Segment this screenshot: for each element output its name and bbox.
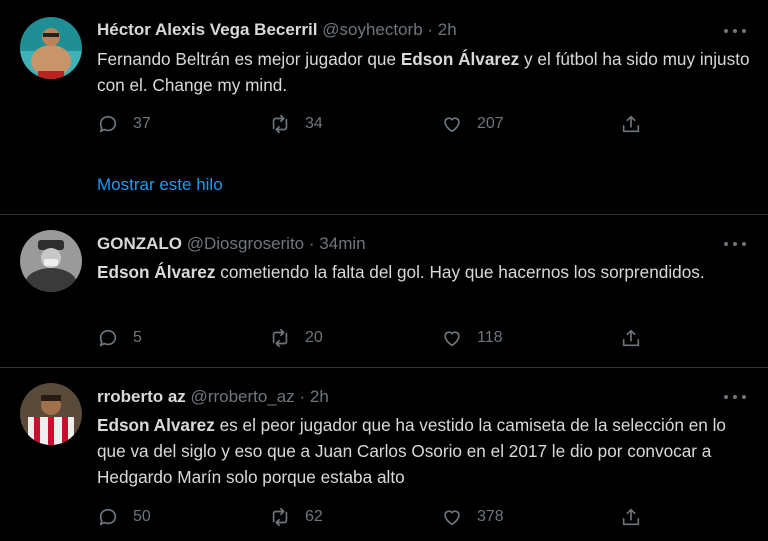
reply-count: 37: [133, 115, 151, 132]
retweet-icon: [272, 114, 288, 134]
tweet-1[interactable]: Héctor Alexis Vega Becerril @soyhectorb …: [0, 0, 768, 215]
reply-icon: [99, 329, 117, 347]
text-highlight: Edson Álvarez: [97, 262, 216, 282]
reply-button[interactable]: 50: [97, 506, 151, 528]
retweet-count: 34: [305, 115, 323, 132]
retweet-icon: [272, 328, 288, 348]
more-icon[interactable]: [724, 392, 746, 402]
user-handle[interactable]: @rroberto_az: [191, 387, 295, 406]
share-button[interactable]: [620, 113, 642, 135]
separator: ·: [427, 20, 434, 39]
share-icon: [622, 508, 640, 526]
retweet-button[interactable]: 62: [269, 506, 323, 528]
text-segment: cometiendo la falta del gol. Hay que hac…: [215, 262, 705, 282]
avatar[interactable]: [20, 17, 82, 79]
tweet-actions: 50 62 378: [97, 506, 657, 530]
tweet-2[interactable]: GONZALO @Diosgroserito · 34min Edson Álv…: [0, 215, 768, 367]
tweet-header: rroberto az @rroberto_az · 2h: [97, 387, 329, 407]
tweet-actions: 5 20 118: [97, 327, 657, 351]
display-name[interactable]: Héctor Alexis Vega Becerril: [97, 20, 318, 39]
heart-icon: [444, 117, 460, 133]
heart-icon: [444, 510, 460, 526]
retweet-icon: [272, 507, 288, 527]
retweet-count: 62: [305, 508, 323, 525]
avatar-image: [20, 230, 82, 292]
share-button[interactable]: [620, 327, 642, 349]
text-highlight: Edson Alvarez: [97, 415, 215, 435]
avatar-image: [20, 383, 82, 445]
text-segment: Fernando Beltrán es mejor jugador que: [97, 49, 401, 69]
tweet-header: GONZALO @Diosgroserito · 34min: [97, 234, 366, 254]
display-name[interactable]: rroberto az: [97, 387, 186, 406]
like-count: 118: [477, 329, 503, 346]
timestamp[interactable]: 34min: [319, 234, 365, 253]
avatar-image: [20, 17, 82, 79]
tweet-text: Edson Álvarez cometiendo la falta del go…: [97, 259, 752, 285]
like-button[interactable]: 207: [441, 113, 504, 135]
share-icon: [622, 115, 640, 133]
retweet-button[interactable]: 20: [269, 327, 323, 349]
tweet-header: Héctor Alexis Vega Becerril @soyhectorb …: [97, 20, 457, 40]
heart-icon: [444, 331, 460, 347]
avatar[interactable]: [20, 230, 82, 292]
timestamp[interactable]: 2h: [438, 20, 457, 39]
separator: ·: [299, 387, 306, 406]
timestamp[interactable]: 2h: [310, 387, 329, 406]
show-thread-link[interactable]: Mostrar este hilo: [97, 175, 223, 195]
share-button[interactable]: [620, 506, 642, 528]
like-count: 207: [477, 115, 504, 132]
like-button[interactable]: 378: [441, 506, 504, 528]
user-handle[interactable]: @Diosgroserito: [187, 234, 304, 253]
reply-button[interactable]: 37: [97, 113, 151, 135]
more-icon[interactable]: [724, 26, 746, 36]
tweet-3[interactable]: rroberto az @rroberto_az · 2h Edson Alva…: [0, 368, 768, 541]
retweet-count: 20: [305, 329, 323, 346]
tweet-actions: 37 34 207: [97, 113, 657, 137]
separator: ·: [308, 234, 315, 253]
share-icon: [622, 329, 640, 347]
tweet-text: Fernando Beltrán es mejor jugador que Ed…: [97, 46, 752, 98]
user-handle[interactable]: @soyhectorb: [322, 20, 422, 39]
more-icon[interactable]: [724, 239, 746, 249]
reply-count: 50: [133, 508, 151, 525]
display-name[interactable]: GONZALO: [97, 234, 182, 253]
reply-icon: [99, 508, 117, 526]
retweet-button[interactable]: 34: [269, 113, 323, 135]
like-count: 378: [477, 508, 504, 525]
tweet-text: Edson Alvarez es el peor jugador que ha …: [97, 412, 747, 490]
like-button[interactable]: 118: [441, 327, 503, 349]
reply-button[interactable]: 5: [97, 327, 142, 349]
text-highlight: Edson Álvarez: [400, 49, 520, 69]
reply-icon: [99, 115, 117, 133]
avatar[interactable]: [20, 383, 82, 445]
reply-count: 5: [133, 329, 142, 346]
